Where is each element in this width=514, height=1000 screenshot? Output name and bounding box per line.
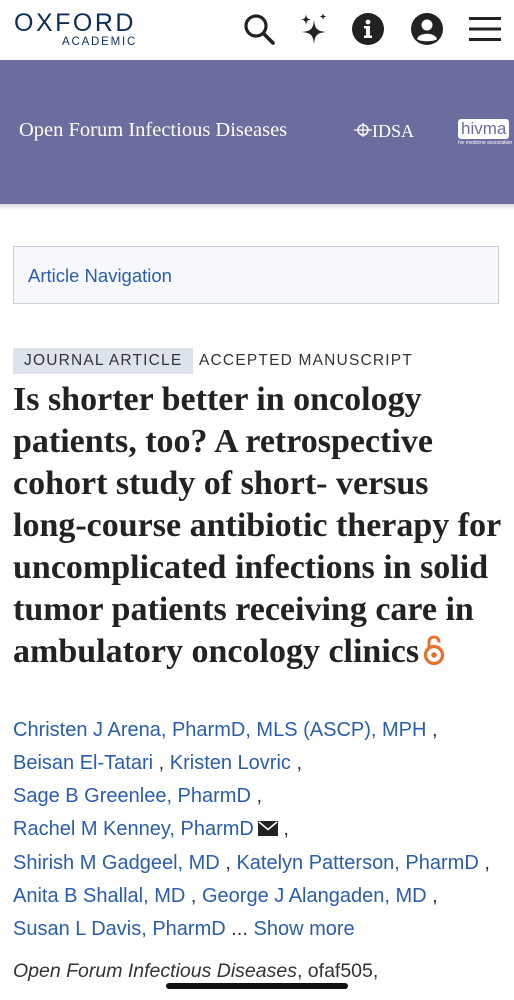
article-navigation-button[interactable]: Article Navigation [13, 246, 499, 304]
author-link[interactable]: Anita B Shallal, MD [13, 885, 185, 907]
author-separator: , [256, 785, 263, 807]
info-icon[interactable] [350, 11, 386, 47]
logo-sub-text: ACADEMIC [62, 36, 138, 48]
author-separator: , [225, 852, 231, 874]
home-indicator[interactable] [166, 983, 348, 989]
oxford-academic-logo[interactable]: OXFORD ACADEMIC [14, 9, 146, 49]
author-list: Christen J Arena, PharmD, MLS (ASCP), MP… [13, 714, 508, 946]
author-link[interactable]: Kristen Lovric [170, 752, 291, 774]
author-link[interactable]: Christen J Arena, PharmD, MLS (ASCP), MP… [13, 719, 426, 741]
author-link[interactable]: Shirish M Gadgeel, MD [13, 852, 220, 874]
show-more-link[interactable]: Show more [253, 918, 354, 940]
banner-shadow [0, 204, 514, 210]
author-separator: , [484, 852, 490, 874]
citation-line: Open Forum Infectious Diseases, ofaf505, [13, 960, 378, 983]
author-separator: , [296, 752, 303, 774]
article-navigation-label: Article Navigation [28, 265, 172, 286]
citation-journal: Open Forum Infectious Diseases [13, 960, 297, 982]
journal-banner: Open Forum Infectious Diseases IDSA hivm… [0, 60, 514, 204]
email-icon[interactable] [257, 814, 278, 847]
ellipsis: ... [231, 918, 248, 940]
search-icon[interactable] [241, 11, 277, 47]
top-bar: OXFORD ACADEMIC [0, 0, 514, 60]
sparkle-icon[interactable] [296, 11, 332, 47]
author-separator: , [432, 719, 438, 741]
accepted-manuscript-badge: ACCEPTED MANUSCRIPT [199, 352, 413, 369]
author-link[interactable]: Susan L Davis, PharmD [13, 918, 226, 940]
author-separator: , [158, 752, 165, 774]
account-icon[interactable] [409, 11, 445, 47]
author-link[interactable]: Beisan El-Tatari [13, 752, 153, 774]
hivma-subtitle: hiv medicine association [458, 140, 513, 146]
author-separator: , [190, 885, 197, 907]
author-link[interactable]: Rachel M Kenney, PharmD [13, 818, 254, 840]
citation-article-id: , ofaf505, [296, 960, 379, 982]
author-separator: , [432, 885, 438, 907]
journal-name[interactable]: Open Forum Infectious Diseases [19, 119, 287, 142]
author-link[interactable]: Sage B Greenlee, PharmD [13, 785, 251, 807]
author-link[interactable]: Katelyn Patterson, PharmD [236, 852, 478, 874]
idsa-text: IDSA [372, 121, 415, 141]
author-separator: , [283, 818, 289, 840]
author-link[interactable]: George J Alangaden, MD [202, 885, 427, 907]
idsa-logo[interactable]: IDSA [354, 121, 414, 142]
article-title: Is shorter better in oncology patients, … [13, 379, 508, 677]
journal-article-badge: JOURNAL ARTICLE [13, 348, 194, 374]
logo-main-text: OXFORD [14, 9, 136, 37]
hivma-logo[interactable]: hivma [458, 119, 510, 139]
open-access-icon [423, 634, 445, 677]
article-title-text: Is shorter better in oncology patients, … [13, 381, 501, 670]
menu-icon[interactable] [467, 11, 503, 47]
